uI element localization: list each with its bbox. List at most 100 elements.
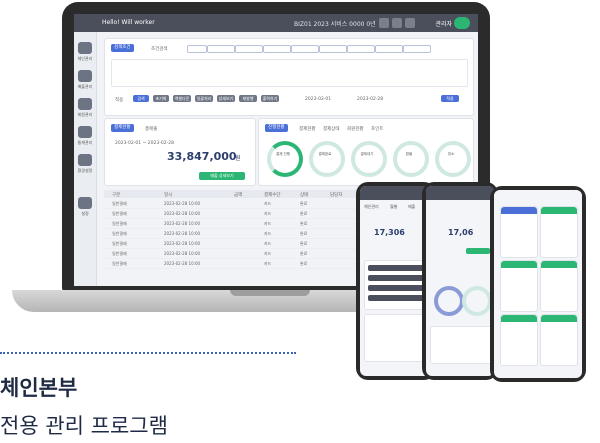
- ring-chart: [351, 141, 387, 177]
- phone-card[interactable]: [500, 314, 538, 366]
- filter-chip[interactable]: [207, 45, 235, 53]
- phone-1-list: [364, 260, 430, 310]
- print-button[interactable]: 출력하기: [261, 95, 279, 102]
- tab-points[interactable]: 포인트: [371, 126, 383, 132]
- apply-button[interactable]: 적용: [441, 95, 459, 102]
- phone-1-table: [364, 314, 430, 362]
- sales-detail-button[interactable]: 매출 상세보기: [199, 172, 245, 180]
- phone-tab[interactable]: 월별: [390, 204, 397, 210]
- header-info: BIZ01 2023 서비스 0000 0년: [294, 21, 376, 28]
- tab-pay-state[interactable]: 결제상태: [323, 126, 340, 132]
- sidebar-item-label: 환경설정: [77, 168, 93, 173]
- phone-ring-chart: [462, 286, 492, 316]
- app-title: Hello! Will worker: [102, 19, 155, 26]
- ring-chart: [435, 141, 471, 177]
- laptop-notch: [230, 290, 310, 296]
- reset-button[interactable]: 초기화: [153, 95, 169, 102]
- column-header[interactable]: 구분: [112, 192, 120, 198]
- sidebar-item-label: 체인관리: [77, 56, 93, 61]
- sidebar-item-label: 매출관리: [77, 84, 93, 89]
- phone-3: [490, 186, 586, 382]
- ring-chart: [393, 141, 429, 177]
- ring-chart: [309, 141, 345, 177]
- sidebar-item-stats[interactable]: [78, 126, 92, 138]
- status-panel: 진행현황 결제현황 결제상태 회원현황 포인트 결제 진행 결제완료 결제대기 …: [258, 118, 474, 186]
- phone-2-screen: 17,06: [426, 186, 494, 376]
- filter-chip[interactable]: [187, 45, 207, 53]
- list-item[interactable]: [368, 295, 424, 301]
- total-sales-label: 총매출: [145, 127, 158, 132]
- tab-payment-status[interactable]: 결제현황: [299, 126, 316, 132]
- phone-tab[interactable]: 체인관리: [364, 204, 379, 210]
- phone-card[interactable]: [540, 260, 578, 312]
- ring-label: 취소: [447, 152, 455, 156]
- search-panel: 검색조건 조건검색 적용 검색 초기화 엑셀다운 일괄처리 상세보기 재발행 출…: [104, 38, 474, 116]
- sidebar-item-settings[interactable]: [78, 197, 92, 209]
- total-amount: 33,847,000: [167, 150, 237, 163]
- phone-ring-chart: [434, 286, 464, 316]
- search-button[interactable]: 검색: [133, 95, 149, 102]
- list-item[interactable]: [368, 275, 424, 281]
- sidebar: 체인관리 매출관리 회원관리 통계관리 환경설정 설정: [74, 32, 97, 286]
- currency-label: 원: [235, 155, 241, 162]
- date-from[interactable]: 2023-02-01: [305, 97, 331, 102]
- excel-button[interactable]: 엑셀다운: [173, 95, 191, 102]
- phone-card[interactable]: [540, 206, 578, 258]
- ring-chart: [267, 141, 303, 177]
- sidebar-item-members[interactable]: [78, 98, 92, 110]
- filter-box: [111, 59, 468, 87]
- phone-card[interactable]: [540, 314, 578, 366]
- date-range: 2023-02-01 ~ 2023-02-28: [115, 141, 174, 146]
- list-item[interactable]: [368, 285, 424, 291]
- caption-title: 체인본부: [0, 376, 78, 400]
- column-header[interactable]: 일시: [164, 192, 172, 198]
- caption-subtitle: 전용 관리 프로그램: [0, 414, 168, 438]
- phone-2-card: [430, 326, 492, 364]
- column-header[interactable]: 금액: [234, 192, 242, 198]
- column-header[interactable]: 결제수단: [264, 192, 281, 198]
- phone-tab[interactable]: 매출: [408, 204, 415, 210]
- ring-label: 결제완료: [318, 152, 332, 156]
- phone-2-action-button[interactable]: [466, 248, 490, 254]
- filter-label: 조건검색: [151, 47, 168, 52]
- sidebar-item-sales[interactable]: [78, 70, 92, 82]
- column-header[interactable]: 상태: [300, 192, 308, 198]
- list-item[interactable]: [368, 265, 424, 271]
- tab-payment[interactable]: 결제현황: [111, 124, 134, 132]
- avatar[interactable]: [454, 17, 470, 29]
- phone-1-amount: 17,306: [374, 228, 405, 237]
- summary-panel: 결제현황 총매출 2023-02-01 ~ 2023-02-28 33,847,…: [104, 118, 256, 186]
- tab-progress[interactable]: 진행현황: [265, 124, 288, 132]
- date-to[interactable]: 2023-02-28: [357, 97, 383, 102]
- tab-members[interactable]: 회원현황: [347, 126, 364, 132]
- filter-chip[interactable]: [375, 45, 403, 53]
- filter-chip[interactable]: [347, 45, 375, 53]
- phone-2: 17,06: [422, 182, 498, 380]
- filter-chip[interactable]: [403, 45, 431, 53]
- filter-chip[interactable]: [319, 45, 347, 53]
- user-name: 관리자: [435, 21, 452, 28]
- detail-button[interactable]: 상세보기: [217, 95, 235, 102]
- phone-2-amount: 17,06: [448, 228, 474, 237]
- tab-search[interactable]: 검색조건: [111, 44, 134, 52]
- settings-icon[interactable]: [392, 18, 402, 28]
- filter-chip[interactable]: [235, 45, 263, 53]
- ring-label: 결제대기: [360, 152, 374, 156]
- sidebar-item-env[interactable]: [78, 154, 92, 166]
- phone-card[interactable]: [500, 206, 538, 258]
- notification-icon[interactable]: [379, 18, 389, 28]
- filter-chip[interactable]: [263, 45, 291, 53]
- sidebar-item-label: 통계관리: [77, 140, 93, 145]
- caption-divider: [0, 352, 296, 354]
- sidebar-item-chain[interactable]: [78, 42, 92, 54]
- filter-chip[interactable]: [291, 45, 319, 53]
- reissue-button[interactable]: 재발행: [239, 95, 257, 102]
- app-header: Hello! Will worker BIZ01 2023 서비스 0000 0…: [74, 14, 478, 32]
- ring-label: 환불: [405, 152, 413, 156]
- batch-button[interactable]: 일괄처리: [195, 95, 213, 102]
- phone-card[interactable]: [500, 260, 538, 312]
- logout-icon[interactable]: [405, 18, 415, 28]
- column-header[interactable]: 담당자: [330, 192, 342, 198]
- phone-3-screen: [494, 190, 582, 378]
- sidebar-item-label: 회원관리: [77, 112, 93, 117]
